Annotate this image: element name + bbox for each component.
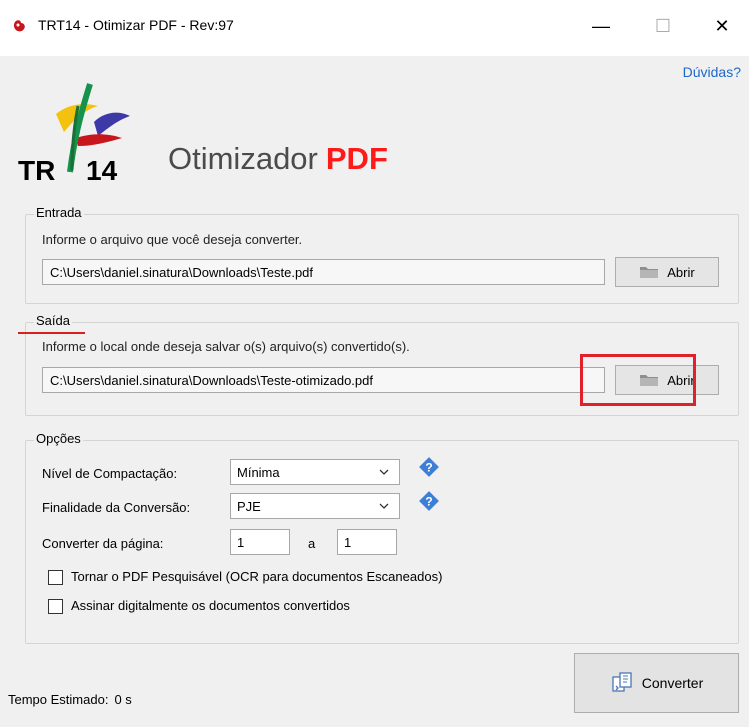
help-icon[interactable]: ? — [418, 456, 440, 478]
convert-icon — [612, 672, 632, 692]
compression-value: Mínima — [237, 465, 280, 480]
ocr-checkbox[interactable] — [48, 570, 63, 585]
maximize-button[interactable]: ☐ — [640, 8, 686, 44]
close-icon: ✕ — [714, 15, 730, 36]
time-estimate-label: Tempo Estimado: — [8, 692, 109, 707]
output-description: Informe o local onde deseja salvar o(s) … — [42, 339, 410, 354]
maximize-icon: ☐ — [654, 15, 672, 36]
input-path-field[interactable]: C:\Users\daniel.sinatura\Downloads\Teste… — [42, 259, 605, 285]
convert-label: Converter — [641, 675, 704, 691]
options-group-label: Opções — [34, 431, 83, 446]
compression-label: Nível de Compactação: — [42, 466, 178, 481]
trt14-logo: TR 14 — [18, 83, 130, 186]
app-heading: Otimizador PDF — [168, 141, 388, 177]
sign-label[interactable]: Assinar digitalmente os documentos conve… — [71, 598, 350, 613]
help-link[interactable]: Dúvidas? — [683, 64, 741, 80]
minimize-icon: — — [592, 15, 610, 36]
ocr-label[interactable]: Tornar o PDF Pesquisável (OCR para docum… — [71, 569, 442, 584]
chevron-down-icon — [379, 503, 389, 509]
chevron-down-icon — [379, 469, 389, 475]
title-bar: TRT14 - Otimizar PDF - Rev:97 — ☐ ✕ — [0, 0, 749, 56]
page-to-label: a — [308, 536, 316, 551]
saida-underline-annotation — [18, 332, 85, 334]
sign-checkbox[interactable] — [48, 599, 63, 614]
open-button-highlight — [580, 354, 696, 406]
page-from-input[interactable]: 1 — [230, 529, 290, 555]
input-description: Informe o arquivo que você deseja conver… — [42, 232, 303, 247]
main-content: Dúvidas? TR 14 Otimizador PDF Entrada Inf… — [0, 56, 749, 727]
input-group: Entrada Informe o arquivo que você desej… — [25, 205, 739, 304]
svg-text:?: ? — [425, 495, 432, 509]
convert-button[interactable]: Converter — [574, 653, 739, 713]
input-group-label: Entrada — [34, 205, 84, 220]
page-to-input[interactable]: 1 — [337, 529, 397, 555]
options-group: Opções Nível de Compactação: Mínima ? Fi… — [25, 431, 739, 644]
output-group-label: Saída — [34, 313, 72, 328]
output-path-field[interactable]: C:\Users\daniel.sinatura\Downloads\Teste… — [42, 367, 605, 393]
folder-icon — [640, 267, 659, 278]
logo-number: 14 — [86, 155, 118, 186]
time-estimate-value: 0 s — [114, 692, 132, 707]
compression-select[interactable]: Mínima — [230, 459, 400, 485]
svg-text:?: ? — [425, 461, 432, 475]
app-icon — [13, 20, 25, 32]
input-open-button[interactable]: Abrir — [615, 257, 719, 287]
close-button[interactable]: ✕ — [699, 8, 745, 44]
help-icon[interactable]: ? — [418, 490, 440, 512]
purpose-value: PJE — [237, 499, 261, 514]
input-open-label: Abrir — [667, 264, 695, 280]
time-estimate: Tempo Estimado: 0 s — [8, 692, 132, 707]
app-name-accent: PDF — [325, 141, 388, 176]
purpose-label: Finalidade da Conversão: — [42, 500, 191, 515]
window-title: TRT14 - Otimizar PDF - Rev:97 — [38, 17, 234, 33]
page-range-label: Converter da página: — [42, 536, 164, 551]
minimize-button[interactable]: — — [578, 8, 624, 44]
purpose-select[interactable]: PJE — [230, 493, 400, 519]
logo-text: TR — [18, 155, 55, 186]
app-name: Otimizador — [168, 141, 318, 176]
